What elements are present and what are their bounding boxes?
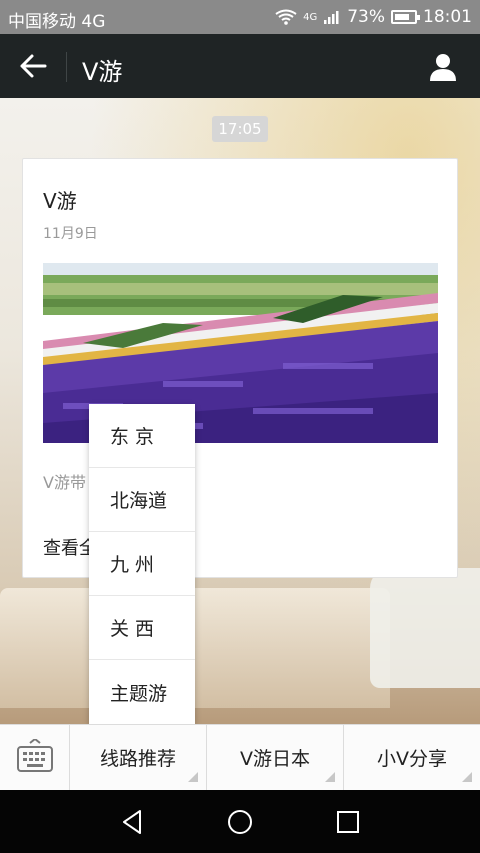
message-timestamp: 17:05 — [212, 116, 268, 142]
menu-xiaov-share[interactable]: 小V分享 — [344, 725, 480, 790]
back-arrow-icon[interactable] — [18, 52, 48, 80]
submenu-corner-icon — [462, 772, 472, 782]
article-date: 11月9日 — [43, 226, 98, 242]
signal-icon — [324, 11, 339, 24]
menu-item-tokyo[interactable]: 东 京 — [89, 404, 195, 468]
menu-item-kyushu[interactable]: 九 州 — [89, 532, 195, 596]
battery-percent: 73% — [347, 7, 385, 27]
title-bar: V游 — [0, 34, 480, 98]
submenu-popup: 东 京 北海道 九 州 关 西 主题游 — [89, 404, 195, 724]
nav-home-icon[interactable] — [226, 808, 254, 836]
header-divider — [66, 52, 67, 82]
menu-route-recommendation-label: 线路推荐 — [99, 748, 176, 770]
page-title: V游 — [82, 58, 123, 86]
clock-time: 18:01 — [423, 7, 472, 27]
keyboard-toggle-button[interactable] — [0, 725, 70, 790]
background-book-image — [0, 588, 390, 708]
menu-item-kansai[interactable]: 关 西 — [89, 596, 195, 660]
nav-back-icon[interactable] — [118, 808, 146, 836]
background-cup-image — [370, 568, 480, 688]
article-title: V游 — [43, 189, 77, 213]
status-right: 4G 73% 18:01 — [275, 7, 472, 27]
menu-route-recommendation[interactable]: 线路推荐 — [70, 725, 207, 790]
menu-vyou-japan-label: V游日本 — [240, 748, 310, 770]
keyboard-icon — [17, 739, 53, 772]
submenu-corner-icon — [325, 772, 335, 782]
system-navigation-bar — [0, 790, 480, 853]
wifi-icon — [275, 9, 297, 25]
bottom-menu-bar: 线路推荐 V游日本 小V分享 — [0, 724, 480, 790]
submenu-corner-icon — [188, 772, 198, 782]
status-bar: 中国移动 4G 4G 73% 18:01 — [0, 0, 480, 34]
network-type-badge: 4G — [303, 11, 318, 23]
article-card[interactable]: V游 11月9日 V游带 查看全 — [22, 158, 458, 578]
menu-vyou-japan[interactable]: V游日本 — [207, 725, 344, 790]
battery-icon — [391, 10, 420, 24]
carrier-text: 中国移动 4G — [8, 12, 106, 32]
user-icon[interactable] — [428, 52, 458, 82]
nav-recent-icon[interactable] — [334, 808, 362, 836]
article-summary: V游带 — [43, 473, 86, 492]
menu-item-hokkaido[interactable]: 北海道 — [89, 468, 195, 532]
menu-xiaov-share-label: 小V分享 — [377, 748, 447, 770]
menu-item-theme-tour[interactable]: 主题游 — [89, 660, 195, 724]
